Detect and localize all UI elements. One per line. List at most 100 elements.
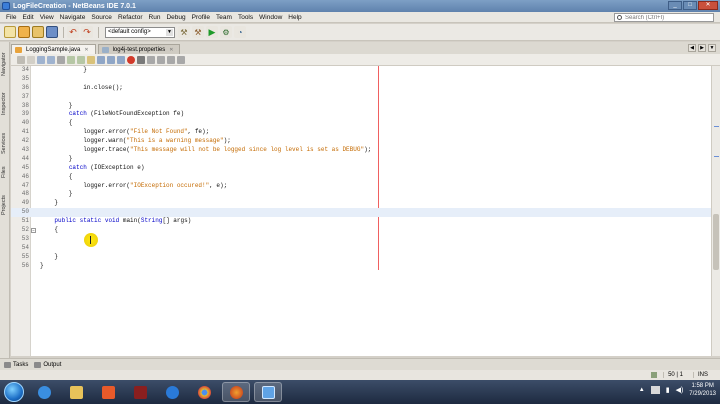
menu-view[interactable]: View bbox=[37, 14, 57, 21]
sidebar-tab-navigator[interactable]: Navigator bbox=[1, 46, 9, 82]
build-icon[interactable]: ⚒ bbox=[178, 26, 190, 38]
sidebar-tab-projects[interactable]: Projects bbox=[1, 188, 9, 222]
code-line[interactable]: 44 } bbox=[11, 155, 711, 164]
code-line[interactable]: 48 } bbox=[11, 190, 711, 199]
search-box[interactable] bbox=[614, 13, 714, 22]
code-line[interactable]: 40 { bbox=[11, 119, 711, 128]
uncomment-icon[interactable] bbox=[177, 55, 185, 64]
action-center-icon[interactable] bbox=[650, 386, 660, 394]
tab-list-icon[interactable]: ▼ bbox=[708, 44, 716, 52]
menu-source[interactable]: Source bbox=[88, 14, 115, 21]
close-tab-icon[interactable]: ✕ bbox=[169, 47, 173, 53]
tab-log4j-properties[interactable]: log4j-test.properties ✕ bbox=[97, 44, 181, 54]
taskbar-media-player[interactable] bbox=[94, 382, 122, 402]
tab-tasks[interactable]: Tasks bbox=[4, 361, 28, 368]
code-line[interactable]: 38 } bbox=[11, 102, 711, 111]
tray-arrow-icon[interactable]: ▲ bbox=[639, 387, 645, 393]
previous-bookmark-icon[interactable] bbox=[107, 55, 115, 64]
code-line[interactable]: 52 { bbox=[11, 226, 711, 235]
code-line[interactable]: 35 bbox=[11, 75, 711, 84]
code-line[interactable]: 49 } bbox=[11, 199, 711, 208]
find-icon[interactable] bbox=[57, 55, 65, 64]
clock[interactable]: 1:58 PM 7/29/2013 bbox=[689, 382, 716, 398]
code-line[interactable]: 50 bbox=[11, 208, 711, 218]
sidebar-tab-inspector[interactable]: Inspector bbox=[1, 86, 9, 122]
profile-icon[interactable]: ◔ bbox=[234, 26, 246, 38]
menu-profile[interactable]: Profile bbox=[189, 14, 213, 21]
scrollbar-thumb[interactable] bbox=[713, 214, 719, 270]
close-tab-icon[interactable]: ✕ bbox=[84, 47, 88, 53]
history-view-icon[interactable] bbox=[27, 55, 35, 64]
menu-navigate[interactable]: Navigate bbox=[57, 14, 89, 21]
save-all-icon[interactable] bbox=[46, 26, 58, 38]
toggle-highlight-icon[interactable] bbox=[87, 55, 95, 64]
menu-debug[interactable]: Debug bbox=[163, 14, 188, 21]
menu-edit[interactable]: Edit bbox=[19, 14, 36, 21]
config-select[interactable]: <default config> ▼ bbox=[105, 26, 175, 38]
code-line[interactable]: 55 } bbox=[11, 253, 711, 262]
sidebar-tab-services[interactable]: Services bbox=[1, 128, 9, 158]
code-line[interactable]: 41 logger.error("File Not Found", fe); bbox=[11, 128, 711, 137]
network-icon[interactable]: ▮ bbox=[666, 386, 670, 394]
code-line[interactable]: 39 catch (FileNotFoundException fe) bbox=[11, 110, 711, 119]
open-project-icon[interactable] bbox=[32, 26, 44, 38]
search-input[interactable] bbox=[625, 14, 713, 21]
minimize-button[interactable]: _ bbox=[668, 1, 682, 10]
shift-right-icon[interactable] bbox=[157, 55, 165, 64]
source-view-icon[interactable] bbox=[17, 55, 25, 64]
taskbar-browser[interactable] bbox=[158, 382, 186, 402]
code-line[interactable]: 42 logger.warn("This is a warning messag… bbox=[11, 137, 711, 146]
menu-refactor[interactable]: Refactor bbox=[115, 14, 146, 21]
code-line[interactable]: 34 } bbox=[11, 66, 711, 75]
taskbar-ie[interactable] bbox=[30, 382, 58, 402]
debug-icon[interactable]: ⚙ bbox=[220, 26, 232, 38]
code-line[interactable]: 46 { bbox=[11, 173, 711, 182]
next-bookmark-icon[interactable] bbox=[117, 55, 125, 64]
menu-tools[interactable]: Tools bbox=[235, 14, 256, 21]
code-line[interactable]: 51 public static void main(String[] args… bbox=[11, 217, 711, 226]
undo-icon[interactable]: ↶ bbox=[67, 26, 79, 38]
menu-window[interactable]: Window bbox=[256, 14, 285, 21]
new-project-icon[interactable] bbox=[18, 26, 30, 38]
close-window-button[interactable]: ✕ bbox=[698, 1, 718, 10]
scroll-tabs-right-icon[interactable]: ▶ bbox=[698, 44, 706, 52]
taskbar-explorer[interactable] bbox=[62, 382, 90, 402]
menu-file[interactable]: File bbox=[3, 14, 19, 21]
menu-help[interactable]: Help bbox=[285, 14, 304, 21]
code-line[interactable]: 43 logger.trace("This message will not b… bbox=[11, 146, 711, 155]
taskbar-chrome[interactable] bbox=[190, 382, 218, 402]
code-line[interactable]: 54 bbox=[11, 244, 711, 253]
find-previous-icon[interactable] bbox=[67, 55, 75, 64]
maximize-button[interactable]: □ bbox=[683, 1, 697, 10]
tab-output[interactable]: Output bbox=[34, 361, 61, 368]
code-line[interactable]: 47 logger.error("IOException occured!", … bbox=[11, 182, 711, 191]
taskbar-terminal[interactable] bbox=[126, 382, 154, 402]
menu-run[interactable]: Run bbox=[146, 14, 164, 21]
comment-icon[interactable] bbox=[167, 55, 175, 64]
fold-collapse-icon[interactable]: − bbox=[31, 228, 36, 233]
tab-logging-sample[interactable]: LoggingSample.java ✕ bbox=[11, 44, 96, 54]
clean-build-icon[interactable]: ⚒ bbox=[192, 26, 204, 38]
find-next-icon[interactable] bbox=[77, 55, 85, 64]
volume-icon[interactable]: ◀) bbox=[676, 386, 684, 394]
code-line[interactable]: 53 bbox=[11, 235, 711, 244]
back-icon[interactable] bbox=[37, 55, 45, 64]
scroll-tabs-left-icon[interactable]: ◀ bbox=[688, 44, 696, 52]
code-editor[interactable]: 34 } 35 36 in.close(); 37 38 } 39 catch (File… bbox=[11, 66, 711, 356]
new-file-icon[interactable] bbox=[4, 26, 16, 38]
forward-icon[interactable] bbox=[47, 55, 55, 64]
redo-icon[interactable]: ↷ bbox=[81, 26, 93, 38]
sidebar-tab-files[interactable]: Files bbox=[1, 162, 9, 182]
start-button[interactable] bbox=[4, 382, 24, 402]
shift-left-icon[interactable] bbox=[147, 55, 155, 64]
code-line[interactable]: 37 bbox=[11, 93, 711, 102]
run-icon[interactable]: ▶ bbox=[206, 26, 218, 38]
editor-scrollbar[interactable] bbox=[711, 66, 720, 356]
menu-team[interactable]: Team bbox=[213, 14, 235, 21]
toggle-bookmark-icon[interactable] bbox=[97, 55, 105, 64]
code-line[interactable]: 56} bbox=[11, 262, 711, 271]
taskbar-netbeans[interactable] bbox=[254, 382, 282, 402]
code-line[interactable]: 36 in.close(); bbox=[11, 84, 711, 93]
code-line[interactable]: 45 catch (IOException e) bbox=[11, 164, 711, 173]
record-macro-icon[interactable] bbox=[127, 55, 135, 64]
